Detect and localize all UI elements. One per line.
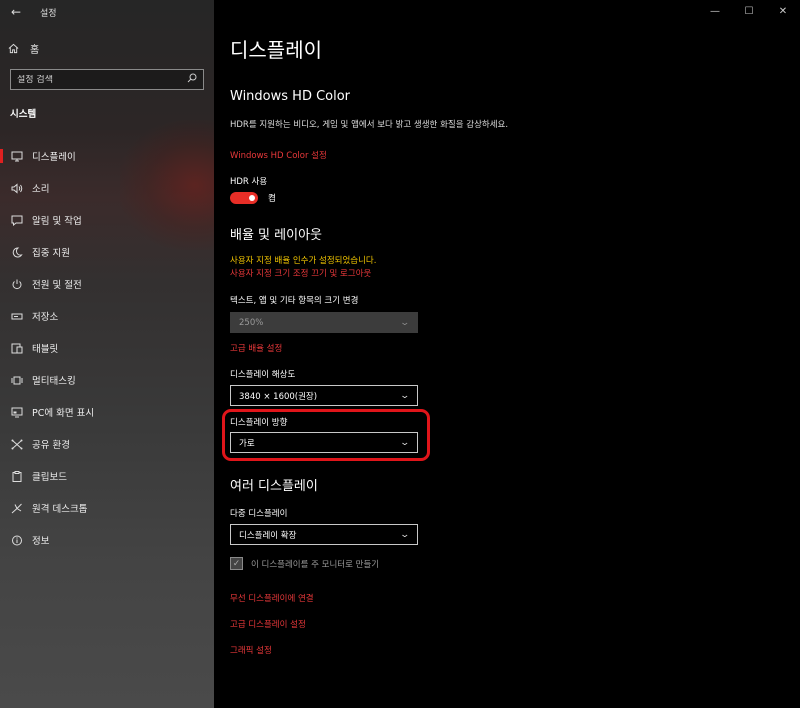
chevron-down-icon: ⌄ [399, 317, 411, 328]
tablet-icon [10, 343, 24, 354]
storage-icon [10, 311, 24, 322]
moon-icon [10, 246, 24, 258]
sidebar-item-focus-assist[interactable]: 집중 지원 [0, 236, 214, 268]
hdr-heading: Windows HD Color [230, 89, 351, 104]
sidebar-item-notifications[interactable]: 알림 및 작업 [0, 204, 214, 236]
hdr-toggle-label: HDR 사용 [230, 177, 268, 187]
resolution-value: 3840 × 1600(권장) [239, 391, 318, 402]
title-bar: ← 설정 [0, 0, 214, 24]
page-title: 디스플레이 [230, 38, 322, 62]
section-label: 시스템 [10, 109, 37, 120]
sidebar-item-label: 공유 환경 [32, 440, 70, 451]
maximize-icon: ☐ [744, 5, 754, 17]
hd-color-settings-link[interactable]: Windows HD Color 설정 [230, 149, 327, 161]
main-monitor-checkbox: ✓ [230, 557, 243, 570]
back-arrow-icon: ← [10, 5, 22, 19]
sidebar-item-label: 집중 지원 [32, 248, 70, 259]
custom-scale-warning: 사용자 지정 배율 인수가 설정되었습니다. [230, 256, 377, 266]
multi-display-heading: 여러 디스플레이 [230, 479, 318, 494]
orientation-dropdown[interactable]: 가로 ⌄ [230, 432, 418, 453]
multi-display-label: 다중 디스플레이 [230, 509, 288, 519]
close-icon: ✕ [778, 5, 788, 17]
sidebar-item-label: PC에 화면 표시 [32, 408, 95, 419]
sidebar-item-clipboard[interactable]: 클립보드 [0, 460, 214, 492]
sidebar-item-label: 태블릿 [32, 344, 59, 355]
hdr-toggle-state: 켬 [268, 194, 276, 204]
notification-icon [10, 215, 24, 226]
shared-icon [10, 439, 24, 450]
hdr-description: HDR를 지원하는 비디오, 게임 및 앱에서 보다 밝고 생생한 화질을 감상… [230, 120, 509, 130]
sidebar-item-storage[interactable]: 저장소 [0, 300, 214, 332]
hdr-toggle[interactable] [230, 192, 258, 204]
power-icon [10, 279, 24, 290]
sidebar-item-label: 클립보드 [32, 472, 67, 483]
sidebar-home[interactable]: 홈 [8, 40, 39, 56]
minimize-button[interactable]: — [698, 0, 732, 22]
sidebar-item-label: 알림 및 작업 [32, 216, 82, 227]
sidebar-item-about[interactable]: 정보 [0, 524, 214, 556]
graphics-settings-link[interactable]: 그래픽 설정 [230, 644, 272, 656]
sidebar-item-label: 정보 [32, 536, 50, 547]
sidebar-item-multitasking[interactable]: 멀티태스킹 [0, 364, 214, 396]
main-content: 디스플레이 Windows HD Color HDR를 지원하는 비디오, 게임… [214, 0, 800, 708]
multi-display-value: 디스플레이 확장 [239, 530, 297, 541]
scale-value: 250% [239, 317, 264, 328]
home-icon [8, 43, 22, 54]
sidebar: ← 설정 홈 시스템 디스플레이 소리 [0, 0, 214, 708]
chevron-down-icon: ⌄ [399, 529, 411, 540]
sidebar-item-remote-desktop[interactable]: 원격 데스크톱 [0, 492, 214, 524]
size-change-label: 텍스트, 앱 및 기타 항목의 크기 변경 [230, 296, 359, 306]
settings-search[interactable] [10, 69, 204, 90]
sidebar-item-label: 원격 데스크톱 [32, 504, 88, 515]
home-label: 홈 [30, 44, 40, 56]
remote-desktop-icon [10, 503, 24, 514]
scale-warning: 사용자 지정 배율 인수가 설정되었습니다. 사용자 지정 크기 조정 끄기 및… [230, 255, 376, 281]
back-button[interactable]: ← [0, 0, 32, 24]
sidebar-item-tablet[interactable]: 태블릿 [0, 332, 214, 364]
sidebar-item-power[interactable]: 전원 및 절전 [0, 268, 214, 300]
sidebar-item-label: 저장소 [32, 312, 59, 323]
sidebar-item-sound[interactable]: 소리 [0, 172, 214, 204]
chevron-down-icon: ⌄ [399, 390, 411, 401]
sidebar-item-label: 전원 및 절전 [32, 280, 82, 291]
main-monitor-label: 이 디스플레이를 주 모니터로 만들기 [251, 559, 380, 570]
sidebar-item-label: 디스플레이 [32, 152, 76, 163]
clipboard-icon [10, 470, 24, 482]
hdr-toggle-row: 켬 [230, 192, 276, 204]
resolution-label: 디스플레이 해상도 [230, 370, 296, 380]
main-monitor-row: ✓ 이 디스플레이를 주 모니터로 만들기 [230, 557, 379, 570]
info-icon [10, 535, 24, 546]
maximize-button[interactable]: ☐ [732, 0, 766, 22]
close-button[interactable]: ✕ [766, 0, 800, 22]
orientation-value: 가로 [239, 438, 255, 449]
scale-heading: 배율 및 레이아웃 [230, 228, 322, 243]
multitasking-icon [10, 375, 24, 386]
window-controls: — ☐ ✕ [698, 0, 800, 22]
resolution-dropdown[interactable]: 3840 × 1600(권장) ⌄ [230, 385, 418, 406]
toggle-knob [249, 195, 255, 201]
speaker-icon [10, 182, 24, 194]
sidebar-item-project[interactable]: PC에 화면 표시 [0, 396, 214, 428]
sidebar-nav: 디스플레이 소리 알림 및 작업 집중 지원 전원 및 절전 저장소 태블릿 멀… [0, 140, 214, 556]
monitor-icon [10, 151, 24, 162]
advanced-scaling-link[interactable]: 고급 배율 설정 [230, 342, 282, 354]
orientation-label: 디스플레이 방향 [230, 418, 288, 428]
advanced-display-link[interactable]: 고급 디스플레이 설정 [230, 618, 306, 630]
sidebar-item-shared[interactable]: 공유 환경 [0, 428, 214, 460]
sidebar-item-label: 멀티태스킹 [32, 376, 76, 387]
sidebar-item-label: 소리 [32, 184, 50, 195]
search-input[interactable] [17, 74, 177, 85]
minimize-icon: — [710, 5, 720, 17]
sidebar-item-display[interactable]: 디스플레이 [0, 140, 214, 172]
wireless-display-link[interactable]: 무선 디스플레이에 연결 [230, 592, 314, 604]
project-icon [10, 407, 24, 418]
turn-off-custom-scaling-link[interactable]: 사용자 지정 크기 조정 끄기 및 로그아웃 [230, 268, 376, 281]
app-title: 설정 [40, 8, 57, 19]
search-icon[interactable] [187, 73, 197, 86]
multi-display-dropdown[interactable]: 디스플레이 확장 ⌄ [230, 524, 418, 545]
chevron-down-icon: ⌄ [399, 437, 411, 448]
scale-dropdown: 250% ⌄ [230, 312, 418, 333]
